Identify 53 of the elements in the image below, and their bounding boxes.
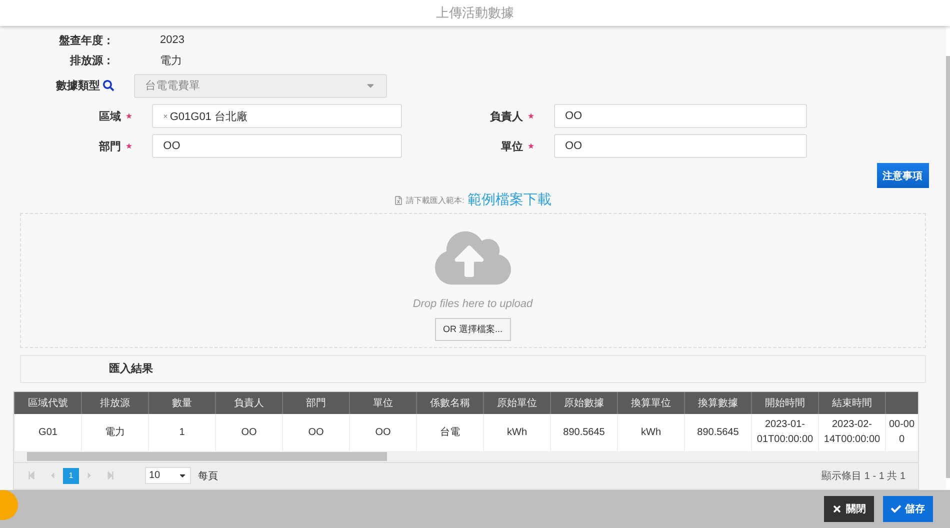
result-title: 匯入結果 (109, 362, 153, 376)
column-header[interactable]: 排放源 (82, 392, 148, 414)
file-icon (394, 196, 404, 205)
field-value: OO (565, 110, 582, 122)
column-header[interactable]: 係數名稱 (416, 392, 484, 414)
field-label: 負責人 (402, 108, 534, 124)
tag-label: G01G01 台北廠 (170, 110, 248, 124)
info-label: 排放源： (68, 54, 114, 68)
notice-button[interactable]: 注意事項 (876, 163, 928, 188)
input-field[interactable]: OO (554, 104, 807, 128)
page-button[interactable]: 1 (63, 468, 79, 484)
horizontal-scrollbar[interactable] (14, 450, 918, 462)
input-field[interactable]: OO (152, 134, 402, 158)
column-header[interactable]: 換算單位 (618, 392, 684, 414)
column-header[interactable]: 換算數據 (684, 392, 752, 414)
close-icon (832, 504, 842, 514)
column-header[interactable]: 開始時間 (752, 392, 818, 414)
info-value: 電力 (160, 54, 182, 68)
column-header[interactable]: 結束時間 (818, 392, 886, 414)
info-value: 2023 (160, 34, 184, 46)
column-header[interactable]: 原始單位 (484, 392, 550, 414)
field-label: 區域 (0, 108, 132, 124)
column-header[interactable]: 負責人 (216, 392, 282, 414)
column-header[interactable]: 單位 (350, 392, 416, 414)
input-field[interactable]: OO (554, 134, 807, 158)
column-header[interactable] (886, 392, 918, 414)
field-value: OO (163, 140, 180, 152)
column-header[interactable]: 數量 (148, 392, 216, 414)
input-field[interactable]: × G01G01 台北廠 (152, 104, 402, 128)
search-icon[interactable] (103, 80, 114, 92)
info-label: 盤查年度： (58, 34, 114, 48)
first-page-icon[interactable] (27, 471, 36, 480)
field-value: OO (565, 140, 582, 152)
close-button[interactable]: 關閉 (824, 496, 874, 522)
field-label: 數據類型 (0, 78, 114, 94)
choose-file-button[interactable]: OR 選擇檔案... (434, 318, 510, 341)
column-header[interactable]: 原始數據 (550, 392, 618, 414)
field-label: 部門 (0, 138, 132, 154)
pager-summary: 顯示條目 1 - 1 共 1 (822, 470, 906, 483)
window-title: 上傳活動數據 (436, 4, 514, 22)
save-button[interactable]: 儲存 (883, 496, 933, 522)
field-label: 單位 (402, 138, 534, 154)
remove-tag-icon[interactable]: × (163, 112, 168, 121)
upload-prompt: Drop files here to upload (412, 298, 533, 310)
field-value: 台電電費單 (145, 79, 200, 94)
upload-drop-zone[interactable]: Drop files here to upload OR 選擇檔案... (20, 212, 926, 348)
page-size-select[interactable]: 10 (145, 467, 191, 484)
per-page-label: 每頁 (198, 470, 218, 483)
column-header[interactable]: 區域代號 (14, 392, 82, 414)
check-icon (891, 504, 901, 514)
last-page-icon[interactable] (106, 471, 115, 480)
column-header[interactable]: 部門 (282, 392, 350, 414)
template-hint: 請下載匯入範本: (406, 194, 464, 206)
